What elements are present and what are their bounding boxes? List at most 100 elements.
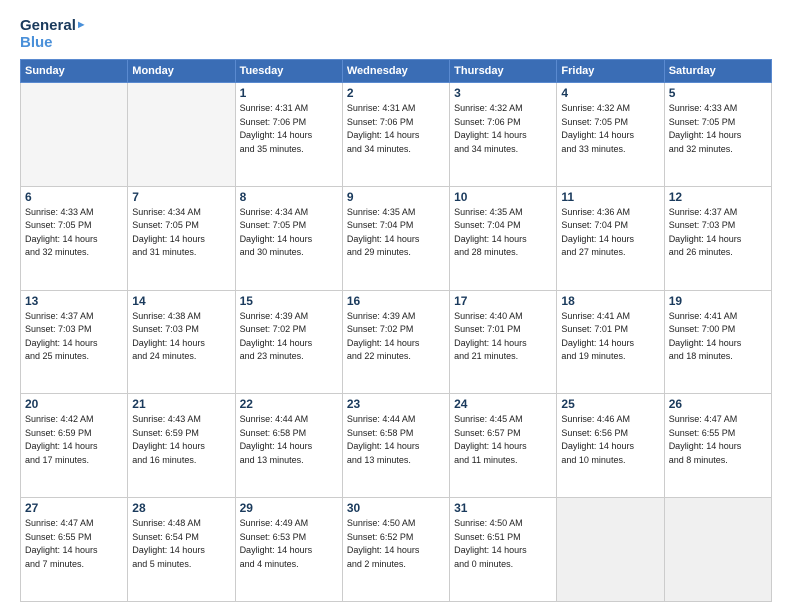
day-detail: Sunrise: 4:42 AM Sunset: 6:59 PM Dayligh… (25, 413, 123, 467)
day-number: 10 (454, 190, 552, 204)
calendar-cell (21, 83, 128, 187)
day-detail: Sunrise: 4:34 AM Sunset: 7:05 PM Dayligh… (240, 206, 338, 260)
calendar-cell: 3 Sunrise: 4:32 AM Sunset: 7:06 PM Daylig… (450, 83, 557, 187)
calendar-cell: 21Sunrise: 4:43 AM Sunset: 6:59 PM Dayli… (128, 394, 235, 498)
calendar-cell: 18 Sunrise: 4:41 AM Sunset: 7:01 PM Dayli… (557, 290, 664, 394)
day-detail: Sunrise: 4:38 AM Sunset: 7:03 PM Dayligh… (132, 310, 230, 364)
calendar-cell: 17Sunrise: 4:40 AM Sunset: 7:01 PM Dayli… (450, 290, 557, 394)
calendar-cell (557, 498, 664, 602)
weekday-header-tuesday: Tuesday (235, 60, 342, 83)
day-number: 5 (669, 86, 767, 100)
calendar-cell: 25Sunrise: 4:46 AM Sunset: 6:56 PM Dayli… (557, 394, 664, 498)
day-detail: Sunrise: 4:34 AM Sunset: 7:05 PM Dayligh… (132, 206, 230, 260)
day-detail: Sunrise: 4:39 AM Sunset: 7:02 PM Dayligh… (347, 310, 445, 364)
day-detail: Sunrise: 4:46 AM Sunset: 6:56 PM Dayligh… (561, 413, 659, 467)
day-number: 26 (669, 397, 767, 411)
calendar-cell: 4 Sunrise: 4:32 AM Sunset: 7:05 PM Daylig… (557, 83, 664, 187)
calendar-cell: 20 Sunrise: 4:42 AM Sunset: 6:59 PM Dayli… (21, 394, 128, 498)
day-detail: Sunrise: 4:49 AM Sunset: 6:53 PM Dayligh… (240, 517, 338, 571)
day-detail: Sunrise: 4:36 AM Sunset: 7:04 PM Dayligh… (561, 206, 659, 260)
weekday-header-saturday: Saturday (664, 60, 771, 83)
day-number: 21 (132, 397, 230, 411)
day-detail: Sunrise: 4:31 AM Sunset: 7:06 PM Dayligh… (240, 102, 338, 156)
day-detail: Sunrise: 4:33 AM Sunset: 7:05 PM Dayligh… (669, 102, 767, 156)
day-detail: Sunrise: 4:35 AM Sunset: 7:04 PM Dayligh… (347, 206, 445, 260)
calendar-cell: 8 Sunrise: 4:34 AM Sunset: 7:05 PM Daylig… (235, 186, 342, 290)
day-number: 17 (454, 294, 552, 308)
day-detail: Sunrise: 4:35 AM Sunset: 7:04 PM Dayligh… (454, 206, 552, 260)
page-header: General► Blue (20, 18, 772, 51)
day-number: 23 (347, 397, 445, 411)
calendar-week-5: 27Sunrise: 4:47 AM Sunset: 6:55 PM Dayli… (21, 498, 772, 602)
calendar-cell: 28 Sunrise: 4:48 AM Sunset: 6:54 PM Dayli… (128, 498, 235, 602)
day-number: 19 (669, 294, 767, 308)
calendar-cell: 9Sunrise: 4:35 AM Sunset: 7:04 PM Daylig… (342, 186, 449, 290)
day-detail: Sunrise: 4:47 AM Sunset: 6:55 PM Dayligh… (25, 517, 123, 571)
day-detail: Sunrise: 4:41 AM Sunset: 7:01 PM Dayligh… (561, 310, 659, 364)
day-number: 8 (240, 190, 338, 204)
day-number: 22 (240, 397, 338, 411)
day-detail: Sunrise: 4:37 AM Sunset: 7:03 PM Dayligh… (669, 206, 767, 260)
day-number: 31 (454, 501, 552, 515)
calendar-week-3: 13 Sunrise: 4:37 AM Sunset: 7:03 PM Dayli… (21, 290, 772, 394)
weekday-header-friday: Friday (557, 60, 664, 83)
day-number: 30 (347, 501, 445, 515)
weekday-header-thursday: Thursday (450, 60, 557, 83)
calendar-cell: 27Sunrise: 4:47 AM Sunset: 6:55 PM Dayli… (21, 498, 128, 602)
day-number: 13 (25, 294, 123, 308)
calendar-cell: 10 Sunrise: 4:35 AM Sunset: 7:04 PM Dayli… (450, 186, 557, 290)
calendar-cell: 30 Sunrise: 4:50 AM Sunset: 6:52 PM Dayli… (342, 498, 449, 602)
day-detail: Sunrise: 4:41 AM Sunset: 7:00 PM Dayligh… (669, 310, 767, 364)
day-number: 11 (561, 190, 659, 204)
day-detail: Sunrise: 4:45 AM Sunset: 6:57 PM Dayligh… (454, 413, 552, 467)
calendar-cell: 24 Sunrise: 4:45 AM Sunset: 6:57 PM Dayli… (450, 394, 557, 498)
calendar-cell: 14 Sunrise: 4:38 AM Sunset: 7:03 PM Dayli… (128, 290, 235, 394)
day-detail: Sunrise: 4:33 AM Sunset: 7:05 PM Dayligh… (25, 206, 123, 260)
calendar-cell: 12 Sunrise: 4:37 AM Sunset: 7:03 PM Dayli… (664, 186, 771, 290)
day-detail: Sunrise: 4:32 AM Sunset: 7:05 PM Dayligh… (561, 102, 659, 156)
day-number: 24 (454, 397, 552, 411)
weekday-header-wednesday: Wednesday (342, 60, 449, 83)
calendar-cell: 6 Sunrise: 4:33 AM Sunset: 7:05 PM Daylig… (21, 186, 128, 290)
day-number: 3 (454, 86, 552, 100)
calendar-week-2: 6 Sunrise: 4:33 AM Sunset: 7:05 PM Daylig… (21, 186, 772, 290)
day-number: 20 (25, 397, 123, 411)
logo: General► Blue (20, 18, 87, 51)
day-number: 4 (561, 86, 659, 100)
day-number: 6 (25, 190, 123, 204)
day-detail: Sunrise: 4:44 AM Sunset: 6:58 PM Dayligh… (347, 413, 445, 467)
weekday-header-monday: Monday (128, 60, 235, 83)
day-detail: Sunrise: 4:32 AM Sunset: 7:06 PM Dayligh… (454, 102, 552, 156)
day-detail: Sunrise: 4:37 AM Sunset: 7:03 PM Dayligh… (25, 310, 123, 364)
calendar-cell: 19 Sunrise: 4:41 AM Sunset: 7:00 PM Dayli… (664, 290, 771, 394)
calendar-cell: 1 Sunrise: 4:31 AM Sunset: 7:06 PM Daylig… (235, 83, 342, 187)
calendar-cell: 2 Sunrise: 4:31 AM Sunset: 7:06 PM Daylig… (342, 83, 449, 187)
day-number: 18 (561, 294, 659, 308)
day-detail: Sunrise: 4:31 AM Sunset: 7:06 PM Dayligh… (347, 102, 445, 156)
calendar-week-1: 1 Sunrise: 4:31 AM Sunset: 7:06 PM Daylig… (21, 83, 772, 187)
day-number: 14 (132, 294, 230, 308)
calendar-cell: 31 Sunrise: 4:50 AM Sunset: 6:51 PM Dayli… (450, 498, 557, 602)
day-number: 1 (240, 86, 338, 100)
weekday-header-sunday: Sunday (21, 60, 128, 83)
day-number: 16 (347, 294, 445, 308)
calendar-cell (664, 498, 771, 602)
calendar-cell: 13 Sunrise: 4:37 AM Sunset: 7:03 PM Dayli… (21, 290, 128, 394)
day-number: 28 (132, 501, 230, 515)
calendar-cell: 11 Sunrise: 4:36 AM Sunset: 7:04 PM Dayli… (557, 186, 664, 290)
day-detail: Sunrise: 4:39 AM Sunset: 7:02 PM Dayligh… (240, 310, 338, 364)
day-detail: Sunrise: 4:44 AM Sunset: 6:58 PM Dayligh… (240, 413, 338, 467)
day-detail: Sunrise: 4:47 AM Sunset: 6:55 PM Dayligh… (669, 413, 767, 467)
day-number: 2 (347, 86, 445, 100)
calendar-cell: 16 Sunrise: 4:39 AM Sunset: 7:02 PM Dayli… (342, 290, 449, 394)
day-detail: Sunrise: 4:50 AM Sunset: 6:51 PM Dayligh… (454, 517, 552, 571)
calendar-table: SundayMondayTuesdayWednesdayThursdayFrid… (20, 59, 772, 602)
day-number: 15 (240, 294, 338, 308)
calendar-cell: 26 Sunrise: 4:47 AM Sunset: 6:55 PM Dayli… (664, 394, 771, 498)
day-detail: Sunrise: 4:48 AM Sunset: 6:54 PM Dayligh… (132, 517, 230, 571)
calendar-header-row: SundayMondayTuesdayWednesdayThursdayFrid… (21, 60, 772, 83)
calendar-cell: 15 Sunrise: 4:39 AM Sunset: 7:02 PM Dayli… (235, 290, 342, 394)
calendar-week-4: 20 Sunrise: 4:42 AM Sunset: 6:59 PM Dayli… (21, 394, 772, 498)
day-number: 12 (669, 190, 767, 204)
day-detail: Sunrise: 4:50 AM Sunset: 6:52 PM Dayligh… (347, 517, 445, 571)
